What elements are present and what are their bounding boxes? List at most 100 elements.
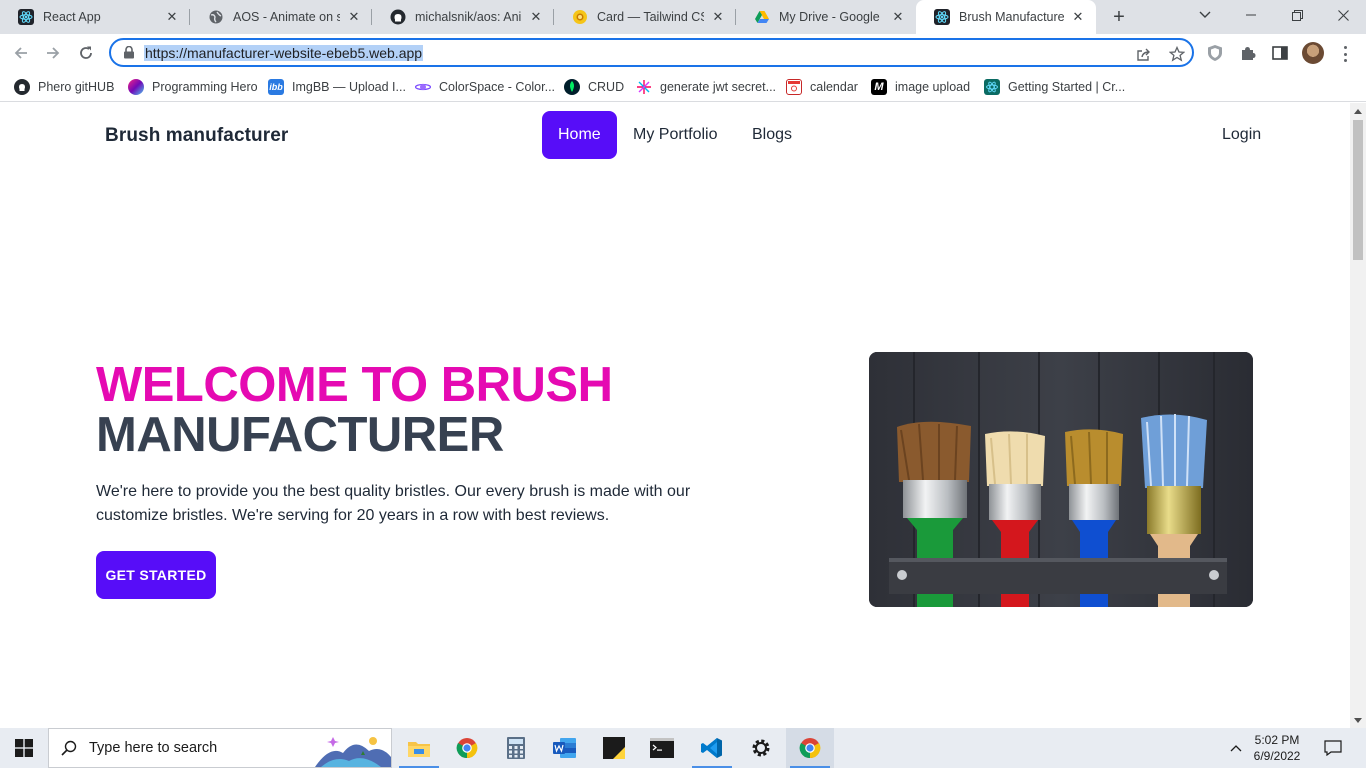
scroll-down-arrow-icon[interactable]: [1354, 718, 1362, 723]
extensions-puzzle-icon[interactable]: [1238, 43, 1258, 63]
tab-title: My Drive - Google Drive: [779, 10, 884, 24]
window-close-button[interactable]: [1320, 0, 1366, 30]
tab-title: Brush Manufacturer: [959, 10, 1064, 24]
back-arrow-icon[interactable]: [8, 40, 34, 66]
bookmark-label: ImgBB — Upload I...: [292, 80, 406, 94]
bookmark-phero-github[interactable]: Phero gitHUB: [14, 77, 114, 97]
scrollbar-thumb[interactable]: [1353, 120, 1363, 260]
menu-kebab-icon[interactable]: [1336, 44, 1354, 64]
daisyui-icon: [572, 9, 588, 25]
github-icon: [390, 9, 406, 25]
system-clock[interactable]: 5:02 PM 6/9/2022: [1246, 732, 1308, 764]
mongodb-leaf-icon: [564, 79, 580, 95]
close-icon[interactable]: ✕: [710, 9, 726, 25]
close-icon[interactable]: ✕: [164, 9, 180, 25]
search-highlight-illustration-icon[interactable]: [315, 731, 391, 768]
login-link[interactable]: Login: [1208, 111, 1275, 159]
tab-title: Card — Tailwind CSS Com: [597, 10, 704, 24]
tab-aos[interactable]: AOS - Animate on scroll ✕: [190, 0, 372, 34]
get-started-button[interactable]: GET STARTED: [96, 551, 216, 599]
shield-extension-icon[interactable]: [1205, 43, 1225, 63]
bookmark-label: image upload: [895, 80, 971, 94]
page-scrollbar[interactable]: [1350, 103, 1366, 728]
close-icon[interactable]: ✕: [528, 9, 544, 25]
side-panel-icon[interactable]: [1270, 43, 1290, 63]
minimize-button[interactable]: [1228, 0, 1274, 30]
hero-title-line1: WELCOME TO BRUSH: [96, 358, 613, 412]
windows-start-icon[interactable]: [0, 728, 48, 768]
nav-portfolio-link[interactable]: My Portfolio: [617, 111, 733, 159]
bookmark-image-upload[interactable]: M image upload: [871, 77, 970, 97]
tab-react-app[interactable]: React App ✕: [0, 0, 190, 34]
bookmark-label: Programming Hero: [152, 80, 258, 94]
tab-brush-manufacturer[interactable]: Brush Manufacturer ✕: [916, 0, 1096, 34]
tab-title: AOS - Animate on scroll: [233, 10, 340, 24]
github-icon: [14, 79, 30, 95]
search-placeholder: Type here to search: [89, 740, 218, 756]
command-prompt-icon[interactable]: [638, 728, 686, 768]
close-icon[interactable]: ✕: [890, 9, 906, 25]
restore-button[interactable]: [1274, 0, 1320, 30]
address-bar[interactable]: https://manufacturer-website-ebeb5.web.a…: [109, 38, 1194, 67]
tab-title: React App: [43, 10, 101, 24]
google-drive-icon: [754, 9, 770, 25]
bookmark-label: generate jwt secret...: [660, 80, 777, 94]
imgbb-icon: ibb: [268, 79, 284, 95]
forward-arrow-icon[interactable]: [40, 40, 66, 66]
taskbar-search-box[interactable]: Type here to search: [48, 728, 392, 768]
tab-google-drive[interactable]: My Drive - Google Drive ✕: [736, 0, 916, 34]
site-navbar: Brush manufacturer Home My Portfolio Blo…: [0, 103, 1350, 167]
react-icon: [934, 9, 950, 25]
sticky-notes-icon[interactable]: [590, 728, 638, 768]
tray-chevron-up-icon[interactable]: [1224, 728, 1248, 768]
programming-hero-icon: [128, 79, 144, 95]
profile-avatar[interactable]: [1302, 42, 1324, 64]
close-icon[interactable]: ✕: [1070, 9, 1086, 25]
chrome-active-icon[interactable]: [786, 728, 834, 768]
bookmark-imgbb[interactable]: ibb ImgBB — Upload I...: [268, 77, 406, 97]
new-tab-button[interactable]: +: [1108, 6, 1130, 28]
tab-github-aos[interactable]: michalsnik/aos: Animate ✕: [372, 0, 554, 34]
scroll-up-arrow-icon[interactable]: [1354, 109, 1362, 114]
reload-icon[interactable]: [73, 40, 99, 66]
lock-icon[interactable]: [123, 45, 135, 59]
bookmarks-bar: Phero gitHUB Programming Hero ibb ImgBB …: [0, 72, 1366, 102]
hero-title: WELCOME TO BRUSH MANUFACTURER: [96, 358, 613, 460]
hero-description: We're here to provide you the best quali…: [96, 483, 691, 524]
word-icon[interactable]: [541, 728, 589, 768]
tab-tailwind-card[interactable]: Card — Tailwind CSS Com ✕: [554, 0, 736, 34]
calculator-icon[interactable]: [492, 728, 540, 768]
bookmark-star-icon[interactable]: [1168, 45, 1186, 63]
tab-title: michalsnik/aos: Animate: [415, 10, 522, 24]
nav-blogs-link[interactable]: Blogs: [736, 111, 808, 159]
colorspace-icon: [415, 79, 431, 95]
browser-toolbar: https://manufacturer-website-ebeb5.web.a…: [0, 34, 1366, 72]
globe-icon: [208, 9, 224, 25]
file-explorer-icon[interactable]: [395, 728, 443, 768]
tab-search-chevron-icon[interactable]: [1182, 0, 1228, 30]
medium-icon: M: [871, 79, 887, 95]
bookmark-calendar[interactable]: calendar: [786, 77, 858, 97]
bookmark-label: Phero gitHUB: [38, 80, 115, 94]
search-icon: [49, 740, 89, 756]
settings-gear-icon[interactable]: [737, 728, 785, 768]
nav-home-link[interactable]: Home: [542, 111, 617, 159]
chrome-icon[interactable]: [443, 728, 491, 768]
notification-icon[interactable]: [1318, 728, 1348, 768]
site-brand[interactable]: Brush manufacturer: [105, 125, 288, 147]
bookmark-label: CRUD: [588, 80, 625, 94]
vscode-icon[interactable]: [688, 728, 736, 768]
bookmark-programming-hero[interactable]: Programming Hero: [128, 77, 258, 97]
bookmark-getting-started[interactable]: Getting Started | Cr...: [984, 77, 1125, 97]
close-icon[interactable]: ✕: [346, 9, 362, 25]
bookmark-crud[interactable]: CRUD: [564, 77, 624, 97]
browser-tab-strip: React App ✕ AOS - Animate on scroll ✕ mi…: [0, 0, 1366, 34]
bookmark-jwt[interactable]: generate jwt secret...: [636, 77, 776, 97]
clock-date: 6/9/2022: [1253, 749, 1301, 763]
bookmark-colorspace[interactable]: ColorSpace - Color...: [415, 77, 555, 97]
clock-time: 5:02 PM: [1254, 733, 1300, 747]
hero-brush-image: [869, 352, 1253, 607]
react-icon: [18, 9, 34, 25]
share-icon[interactable]: [1135, 45, 1153, 63]
url-text[interactable]: https://manufacturer-website-ebeb5.web.a…: [144, 45, 424, 61]
